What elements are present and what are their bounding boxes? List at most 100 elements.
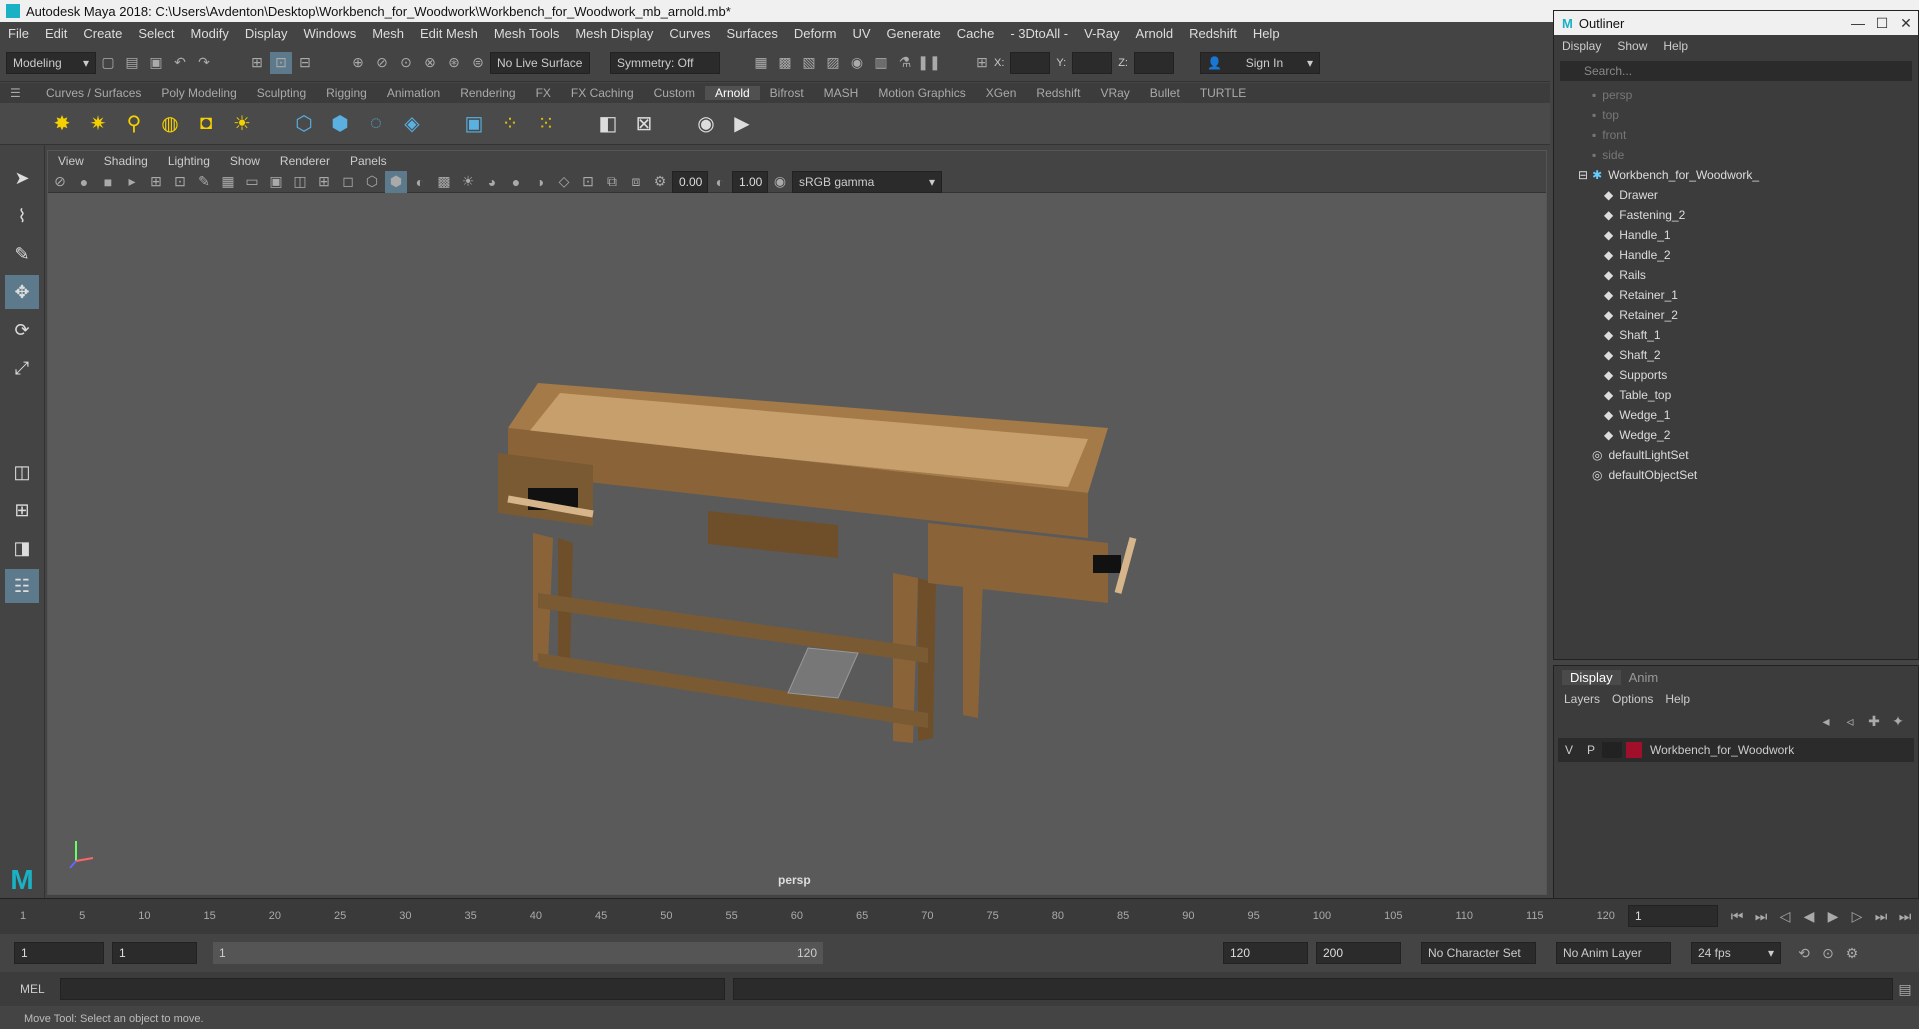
outliner-item-mesh[interactable]: ◆ Retainer_2 — [1604, 305, 1918, 325]
open-scene-icon[interactable]: ▤ — [121, 52, 143, 74]
motion-blur-icon[interactable]: ◑ — [529, 171, 551, 193]
license-manager-icon[interactable]: ⁙ — [530, 108, 562, 140]
field-chart-icon[interactable]: ⊞ — [313, 171, 335, 193]
redo-icon[interactable]: ↷ — [193, 52, 215, 74]
gamma-icon[interactable]: ◐ — [709, 171, 731, 193]
menu-deform[interactable]: Deform — [786, 26, 845, 41]
single-pane-layout-icon[interactable]: ◫ — [5, 455, 39, 489]
select-component-icon[interactable]: ⊟ — [294, 52, 316, 74]
outliner-item-camera[interactable]: ▪ side — [1592, 145, 1918, 165]
anim-layer-selector[interactable]: No Anim Layer — [1556, 942, 1671, 964]
gamma-field[interactable]: 1.00 — [732, 170, 768, 193]
current-frame-field[interactable]: 1 — [1628, 905, 1718, 927]
menu-mesh-display[interactable]: Mesh Display — [567, 26, 661, 41]
camera-attributes-icon[interactable]: ▸ — [121, 171, 143, 193]
shelf-tab-active[interactable]: Arnold — [704, 86, 760, 100]
menu-cache[interactable]: Cache — [949, 26, 1003, 41]
panel-menu-show[interactable]: Show — [220, 154, 270, 168]
play-backwards-icon[interactable]: ◀ — [1798, 905, 1820, 927]
flush-cache-icon[interactable]: ▣ — [458, 108, 490, 140]
move-layer-down-icon[interactable]: ◃ — [1839, 710, 1861, 732]
default-material-icon[interactable]: ◐ — [409, 171, 431, 193]
layer-row[interactable]: V P Workbench_for_Woodwork — [1558, 738, 1914, 762]
shelf-tab[interactable]: Poly Modeling — [151, 86, 246, 100]
outliner-item-mesh[interactable]: ◆ Wedge_1 — [1604, 405, 1918, 425]
layer-menu-help[interactable]: Help — [1659, 692, 1696, 706]
menu-help[interactable]: Help — [1245, 26, 1288, 41]
preferences-icon[interactable]: ⚙ — [1841, 942, 1863, 964]
layer-playback-toggle[interactable]: P — [1580, 743, 1602, 757]
menu-3dtoall[interactable]: - 3DtoAll - — [1002, 26, 1076, 41]
menu-mesh[interactable]: Mesh — [364, 26, 412, 41]
layer-type-toggle[interactable] — [1602, 742, 1622, 758]
play-render-icon[interactable]: ▶ — [726, 108, 758, 140]
menu-generate[interactable]: Generate — [879, 26, 949, 41]
menu-display[interactable]: Display — [237, 26, 296, 41]
mode-selector[interactable]: Modeling ▾ — [6, 51, 96, 74]
outliner-item-set[interactable]: ◎ defaultObjectSet — [1592, 465, 1918, 485]
hypershade-icon[interactable]: ◉ — [846, 52, 868, 74]
outliner-item-camera[interactable]: ▪ persp — [1592, 85, 1918, 105]
render-view-icon[interactable]: ▦ — [750, 52, 772, 74]
textured-icon[interactable]: ▩ — [433, 171, 455, 193]
curve-collector-icon[interactable]: ◌ — [360, 108, 392, 140]
menu-arnold[interactable]: Arnold — [1128, 26, 1182, 41]
loop-icon[interactable]: ⟲ — [1793, 942, 1815, 964]
menu-file[interactable]: File — [0, 26, 37, 41]
outliner-item-mesh[interactable]: ◆ Wedge_2 — [1604, 425, 1918, 445]
shelf-tab[interactable]: Animation — [377, 86, 450, 100]
outliner-item-mesh[interactable]: ◆ Handle_1 — [1604, 225, 1918, 245]
go-to-start-icon[interactable]: ⏮ — [1726, 905, 1748, 927]
step-back-key-icon[interactable]: ⏭ — [1750, 905, 1772, 927]
rotate-tool-icon[interactable]: ⟳ — [5, 313, 39, 347]
shadows-icon[interactable]: ◕ — [481, 171, 503, 193]
undo-icon[interactable]: ↶ — [169, 52, 191, 74]
menu-surfaces[interactable]: Surfaces — [719, 26, 786, 41]
skydome-light-icon[interactable]: ◍ — [154, 108, 186, 140]
paint-select-tool-icon[interactable]: ✎ — [5, 237, 39, 271]
outliner-menu-show[interactable]: Show — [1609, 39, 1655, 53]
shelf-tab[interactable]: TURTLE — [1190, 86, 1256, 100]
select-camera-icon[interactable]: ⊘ — [49, 171, 71, 193]
save-scene-icon[interactable]: ▣ — [145, 52, 167, 74]
arnold-render-icon[interactable]: ▥ — [870, 52, 892, 74]
smooth-shade-icon[interactable]: ⬢ — [385, 170, 407, 193]
exposure-icon[interactable]: ⚙ — [649, 171, 671, 193]
panel-menu-renderer[interactable]: Renderer — [270, 154, 340, 168]
outliner-menu-help[interactable]: Help — [1655, 39, 1696, 53]
move-layer-up-icon[interactable]: ◂ — [1815, 710, 1837, 732]
render-view-shelf-icon[interactable]: ◧ — [592, 108, 624, 140]
menu-curves[interactable]: Curves — [661, 26, 718, 41]
select-object-icon[interactable]: ⊡ — [270, 51, 292, 74]
menu-modify[interactable]: Modify — [183, 26, 237, 41]
tab-display[interactable]: Display — [1562, 669, 1621, 685]
safe-action-icon[interactable]: ◻ — [337, 171, 359, 193]
outliner-layout-icon[interactable]: ☷ — [5, 569, 39, 603]
outliner-item-root[interactable]: ⊟ ✱ Workbench_for_Woodwork_ — [1578, 165, 1918, 185]
image-plane-icon[interactable]: ⊞ — [145, 171, 167, 193]
shelf-tab[interactable]: XGen — [976, 86, 1027, 100]
z-field[interactable] — [1133, 51, 1174, 74]
snap-surface-icon[interactable]: ⊛ — [443, 52, 465, 74]
menu-windows[interactable]: Windows — [295, 26, 364, 41]
layer-visibility-toggle[interactable]: V — [1558, 743, 1580, 757]
new-layer-selected-icon[interactable]: ✦ — [1887, 710, 1909, 732]
step-back-frame-icon[interactable]: ◁ — [1774, 905, 1796, 927]
color-management-icon[interactable]: ◉ — [769, 171, 791, 193]
render-current-icon[interactable]: ▩ — [774, 52, 796, 74]
use-lights-icon[interactable]: ☀ — [457, 171, 479, 193]
outliner-item-mesh[interactable]: ◆ Retainer_1 — [1604, 285, 1918, 305]
mesh-light-icon[interactable]: ✷ — [82, 108, 114, 140]
x-field[interactable] — [1010, 51, 1051, 74]
menu-mesh-tools[interactable]: Mesh Tools — [486, 26, 568, 41]
range-end-field[interactable]: 120 — [1223, 942, 1308, 964]
shelf-tab[interactable]: Bifrost — [760, 86, 814, 100]
export-standin-icon[interactable]: ⬢ — [324, 108, 356, 140]
snap-curve-icon[interactable]: ⊘ — [371, 52, 393, 74]
go-to-end-icon[interactable]: ⏭ — [1894, 905, 1916, 927]
shelf-tab[interactable]: Redshift — [1026, 86, 1090, 100]
script-editor-icon[interactable]: ▤ — [1894, 978, 1916, 1000]
exposure-field[interactable]: 0.00 — [672, 170, 708, 193]
menu-vray[interactable]: V-Ray — [1076, 26, 1127, 41]
3d-viewport[interactable]: persp — [48, 193, 1546, 893]
